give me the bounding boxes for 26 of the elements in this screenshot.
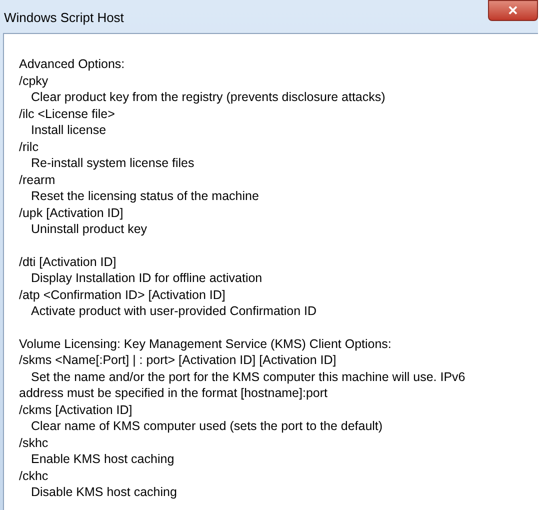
option-description: Set the name and/or the port for the KMS computer this machine will use. IPv6 address must be specified in the format [hostname]:port [19,368,466,402]
option-description: Activate product with user-provided Confirmation ID [30,303,318,320]
option-description: Install license [30,122,108,138]
section-heading: Advanced Options: [19,56,126,72]
option-description: Uninstall product key [30,221,148,238]
option-description: Re-install system license files [30,155,196,172]
command-option: /atp <Confirmation ID> [Activation ID] [19,286,509,303]
option-description: Disable KMS host caching [30,484,178,500]
command-option: /upk [Activation ID] [19,204,509,221]
window-title: Windows Script Host [4,9,124,27]
section-heading: Volume Licensing: Key Management Service (KMS) Client Options: [19,336,392,352]
command-option: /ckms [Activation ID] [19,402,509,418]
option-description: Clear product key from the registry (prevents disclosure attacks) [30,89,386,106]
command-option: /skms <Name[:Port] | : port> [Activation ID] [Activation ID] [19,352,509,368]
close-button[interactable]: ✕ [488,0,538,21]
command-option: /ilc <License file> [19,106,509,122]
option-description: Enable KMS host caching [30,451,176,468]
option-description: Display Installation ID for offline activation [30,270,264,286]
command-option: /rilc [19,138,509,155]
option-description: Reset the licensing status of the machine [30,188,260,204]
command-option: /rearm [19,172,509,188]
command-option: /ckhc [19,468,509,484]
command-option: /dti [Activation ID] [19,254,509,270]
command-option: /cpky [19,72,509,89]
option-description: Clear name of KMS computer used (sets the port to the default) [30,418,384,434]
command-option: /skhc [19,434,509,451]
